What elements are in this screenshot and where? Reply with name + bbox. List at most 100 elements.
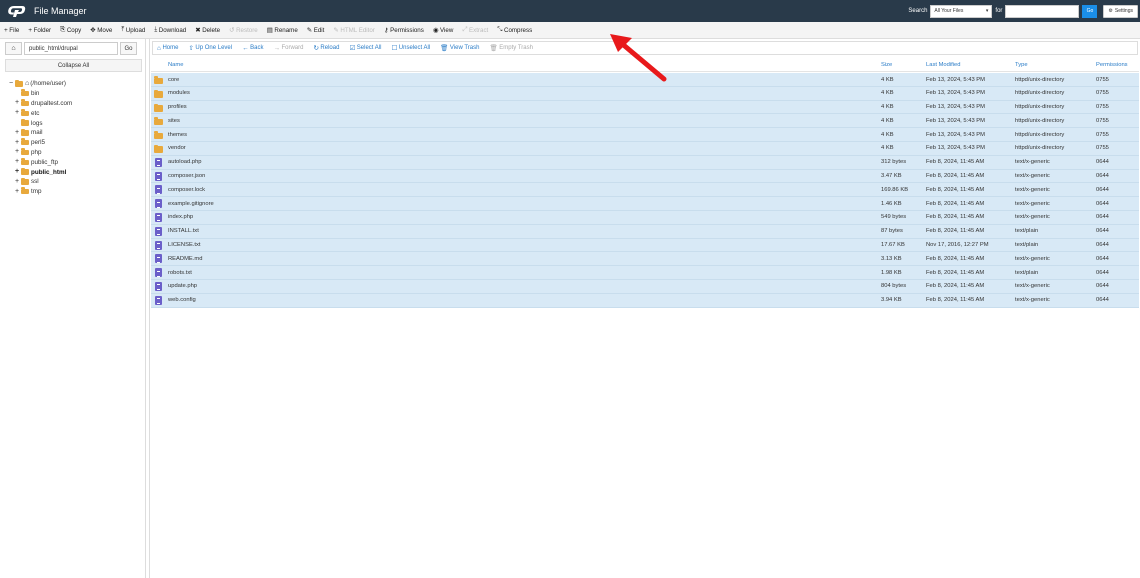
nav-select-all-button[interactable]: ☑ Select All [349,44,381,52]
nav-empty-trash-button[interactable]: 🗑 Empty Trash [489,44,532,52]
nav-home-button[interactable]: ⌂ Home [157,45,178,52]
table-row[interactable]: modules 4 KB Feb 13, 2024, 5:43 PM httpd/un… [151,86,1139,101]
collapse-all-button[interactable]: Collapse All [5,59,142,72]
permissions-icon: ⚷ [383,27,389,34]
tree-item[interactable]: + public_ftp [14,157,72,167]
tree-item[interactable]: + public_html [14,167,72,177]
file-type: text/plain [1015,242,1039,249]
nav-forward-button[interactable]: → Forward [273,45,303,52]
path-input[interactable]: public_html/drupal [24,42,118,55]
tree-item-label: public_html [31,168,67,176]
nav-reload-button[interactable]: ↻ Reload [313,44,339,52]
restore-button[interactable]: ↺ Restore [229,26,258,35]
table-row[interactable]: composer.json 3.47 KB Feb 8, 2024, 11:45 A… [151,169,1139,184]
tree-item[interactable]: bin [14,89,72,99]
tree-item-label: bin [31,90,40,98]
table-row[interactable]: INSTALL.txt 87 bytes Feb 8, 2024, 11:45 AM… [151,224,1139,239]
table-row[interactable]: web.config 3.94 KB Feb 8, 2024, 11:45 AM te… [151,293,1139,308]
table-row[interactable]: autoload.php 312 bytes Feb 8, 2024, 11:45 … [151,155,1139,170]
directory-tree: − ⌂ (/home/user) bin + drupaltest.com + etc logs… [8,79,72,197]
html-editor-button[interactable]: ✎ HTML Editor [333,26,374,35]
tree-item[interactable]: + mail [14,128,72,138]
collapse-icon[interactable]: − [8,80,14,87]
extract-button[interactable]: ⤢ Extract [462,26,488,34]
delete-icon: ✖ [195,27,201,34]
table-row[interactable]: sites 4 KB Feb 13, 2024, 5:43 PM httpd/unix… [151,114,1139,129]
table-row[interactable]: profiles 4 KB Feb 13, 2024, 5:43 PM httpd/u… [151,100,1139,115]
move-label: Move [97,26,113,34]
file-type: httpd/unix-directory [1015,104,1065,111]
table-row[interactable]: example.gitignore 1.46 KB Feb 8, 2024, 11:… [151,197,1139,211]
table-row[interactable]: README.md 3.13 KB Feb 8, 2024, 11:45 AM tex… [151,252,1139,267]
search-scope-value: All Your Files [934,8,964,14]
file-permissions: 0755 [1096,131,1109,138]
new-folder-button[interactable]: + Folder [28,27,51,34]
file-type: httpd/unix-directory [1015,90,1065,97]
expand-icon[interactable]: + [14,99,20,106]
search-scope-select[interactable]: All Your Files ▾ [930,4,993,18]
table-row[interactable]: index.php 549 bytes Feb 8, 2024, 11:45 AM t… [151,210,1139,225]
expand-icon[interactable]: + [14,148,20,155]
column-permissions-header[interactable]: Permissions [1096,62,1128,68]
tree-item[interactable]: − ⌂ (/home/user) [8,79,72,89]
permissions-button[interactable]: ⚷ Permissions [383,26,424,35]
home-directory-button[interactable]: ⌂ [5,42,22,55]
tree-item[interactable]: logs [14,118,72,128]
nav-unselect-all-button[interactable]: ☐ Unselect All [391,44,430,52]
tree-item[interactable]: + ssl [14,177,72,187]
new-file-button[interactable]: + File [4,27,19,34]
file-size: 312 bytes [881,159,907,166]
file-type: text/x-generic [1015,255,1050,262]
search-go-button[interactable]: Go [1082,4,1098,18]
delete-button[interactable]: ✖ Delete [195,26,220,35]
file-size: 3.13 KB [881,255,902,262]
compress-button[interactable]: ⤡ Compress [497,26,532,34]
file-name: web.config [168,297,196,304]
expand-icon[interactable]: + [14,188,20,195]
file-modified: Feb 13, 2024, 5:43 PM [926,76,985,83]
file-permissions: 0644 [1096,200,1109,207]
search-input[interactable] [1005,4,1080,18]
edit-button[interactable]: ✎ Edit [307,26,325,35]
view-icon: ◉ [432,27,439,34]
move-button[interactable]: ✥ Move [90,26,113,35]
view-button[interactable]: ◉ View [432,26,453,35]
column-name-header[interactable]: Name [168,62,183,68]
nav-view-trash-button[interactable]: 🗑 View Trash [440,44,479,52]
tree-item[interactable]: + php [14,148,72,158]
settings-button[interactable]: ⚙ Settings [1103,4,1138,18]
cpanel-logo[interactable]: File Manager [8,4,87,18]
folder-icon [21,177,29,185]
tree-item[interactable]: + perl5 [14,138,72,148]
column-size-header[interactable]: Size [881,62,892,68]
expand-icon[interactable]: + [14,158,20,165]
table-row[interactable]: composer.lock 169.86 KB Feb 8, 2024, 11:45… [151,183,1139,198]
table-row[interactable]: themes 4 KB Feb 13, 2024, 5:43 PM httpd/uni… [151,128,1139,142]
nav-empty-trash-label: Empty Trash [499,45,533,51]
column-type-header[interactable]: Type [1015,62,1028,68]
expand-icon[interactable]: + [14,139,20,146]
file-name: index.php [168,214,194,221]
table-row[interactable]: vendor 4 KB Feb 13, 2024, 5:43 PM httpd/uni… [151,141,1139,156]
table-row[interactable]: robots.txt 1.98 KB Feb 8, 2024, 11:45 AM te… [151,266,1139,280]
table-row[interactable]: update.php 804 bytes Feb 8, 2024, 11:45 AM… [151,279,1139,294]
file-name: INSTALL.txt [168,228,199,235]
column-modified-header[interactable]: Last Modified [926,62,960,68]
tree-item[interactable]: + drupaltest.com [14,99,72,109]
expand-icon[interactable]: + [14,178,20,185]
file-size: 804 bytes [881,283,907,290]
rename-button[interactable]: ▤ Rename [267,26,298,35]
upload-button[interactable]: ⤒ Upload [121,26,145,34]
nav-back-button[interactable]: ← Back [242,45,263,52]
tree-item[interactable]: + etc [14,108,72,118]
expand-icon[interactable]: + [14,168,20,175]
tree-item[interactable]: + tmp [14,187,72,197]
expand-icon[interactable]: + [14,129,20,136]
expand-icon[interactable]: + [14,109,20,116]
path-go-button[interactable]: Go [120,42,137,55]
table-row[interactable]: LICENSE.txt 17.67 KB Nov 17, 2016, 12:27 P… [151,238,1139,253]
copy-button[interactable]: ⎘ Copy [60,26,81,34]
nav-up-button[interactable]: ⇧ Up One Level [188,44,232,52]
nav-up-label: Up One Level [195,45,233,51]
download-button[interactable]: ⤓ Download [154,26,186,34]
